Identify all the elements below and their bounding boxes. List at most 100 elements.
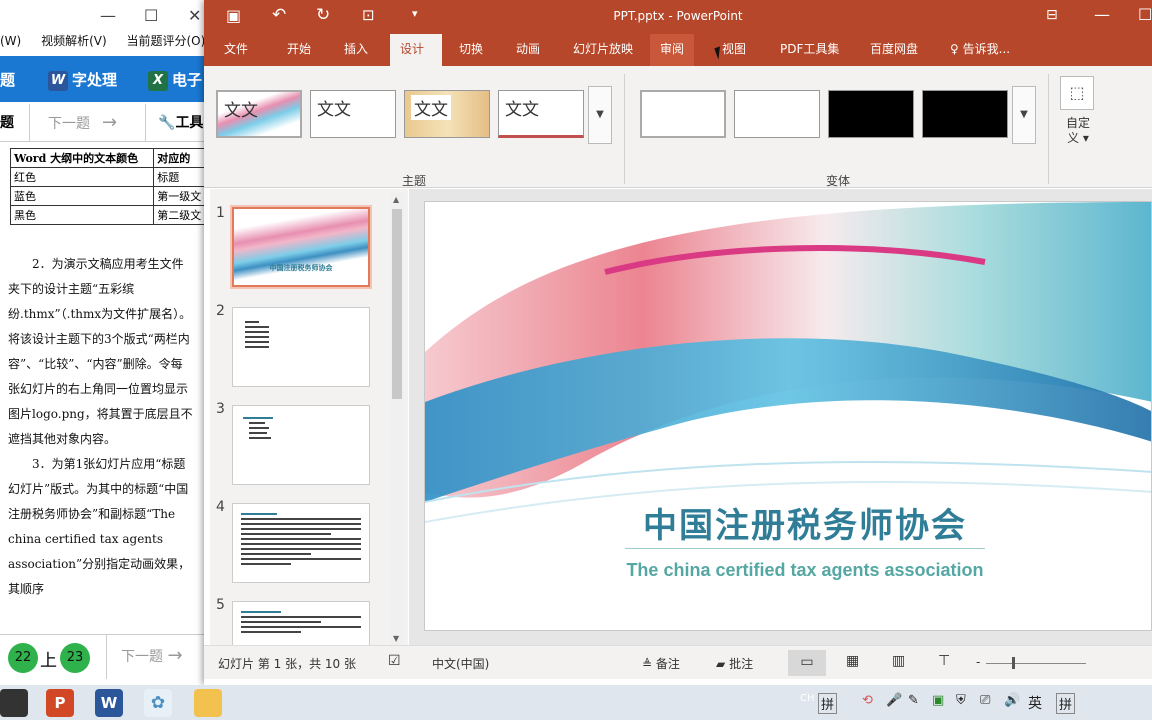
tab-file[interactable]: 文件 [214,34,258,66]
tab-pdf-tools[interactable]: PDF工具集 [770,34,849,66]
scroll-down-icon[interactable]: ▼ [393,634,399,643]
toolbar-item-topic[interactable]: 题 [0,69,15,90]
app-icon-dark[interactable] [0,689,28,717]
thumbnail-scrollbar[interactable]: ▲ ▼ [390,193,404,645]
volume-icon[interactable]: 🔊 [1004,693,1020,708]
toolbar-item-word[interactable]: W 字处理 [48,69,117,91]
theme-thumbnail-office[interactable]: 文文 [310,90,396,138]
thumbnail-content-lines [241,608,361,636]
normal-view-icon[interactable]: ▭ [788,650,826,676]
group-divider [624,74,625,184]
table-header: Word 大纲中的文本颜色 [9,148,155,168]
variant-thumbnail-1[interactable] [640,90,726,138]
group-divider [1048,74,1049,184]
theme-swatches [319,127,373,132]
powerpoint-taskbar-icon[interactable]: P [46,689,74,717]
browser-taskbar-icon[interactable]: ✿ [144,689,172,717]
tell-me-search[interactable]: ♀ 告诉我... [940,34,1020,66]
theme-swatches [413,127,467,132]
page-badge[interactable]: 22 [8,643,38,673]
table-row: 红色 标题 [9,167,210,187]
language-indicator[interactable]: 中文(中国) [432,655,489,672]
tab-transitions[interactable]: 切换 [449,34,493,66]
zoom-out-button[interactable]: - [976,655,980,669]
ribbon-display-icon[interactable]: ⊟ [1046,7,1058,23]
network-app-icon[interactable]: ⟲ [862,693,873,708]
slide-number: 3 [216,401,225,417]
microphone-icon[interactable]: 🎤 [886,693,902,708]
ime-indicator[interactable]: 拼 [1056,693,1076,714]
input-language[interactable]: 英 [1028,693,1042,713]
scrollbar-thumb[interactable] [392,209,402,399]
variant-thumbnail-2[interactable] [734,90,820,138]
zoom-slider[interactable] [986,663,1086,664]
slide-size-icon[interactable]: ⬚ [1060,76,1094,110]
theme-group-label: 主题 [402,174,427,188]
tab-home[interactable]: 开始 [277,34,321,66]
question-paragraph: 2．为演示文稿应用考生文件夹下的设计主题“五彩缤纷.thmx”（.thmx为文件… [8,257,193,446]
minimize-icon[interactable]: — [1094,5,1110,24]
question-text: 2．为演示文稿应用考生文件夹下的设计主题“五彩缤纷.thmx”（.thmx为文件… [8,252,194,602]
display-icon[interactable]: ⎚ [980,693,990,708]
variant-more-button[interactable]: ▼ [1012,86,1036,144]
slide-thumbnail-4[interactable] [232,503,370,583]
menu-item-score[interactable]: 当前题评分(O) [126,34,205,48]
ime-indicator[interactable]: 拼 [818,693,838,714]
tab-baidu-netdisk[interactable]: 百度网盘 [860,34,928,66]
thumbnail-content-lines [243,414,273,442]
nvidia-icon[interactable]: ▣ [932,693,944,708]
variant-swatches [837,127,891,132]
next-topic-button-bottom[interactable]: 下一题 → [106,635,210,679]
slide-canvas[interactable]: 中国注册税务师协会 The china certified tax agents… [424,201,1152,631]
word-taskbar-icon[interactable]: W [95,689,123,717]
ribbon-tabs: 文件 开始 插入 设计 切换 动画 幻灯片放映 审阅 视图 PDF工具集 百度网… [204,34,1152,66]
exam-bottom-bar: 22 上 23 下一题 → [0,634,210,679]
notes-button[interactable]: ≜ 备注 [642,655,680,672]
maximize-icon[interactable]: ☐ [1138,5,1152,24]
comment-icon: ▰ [716,657,726,671]
theme-thumbnail-current[interactable]: 文文 [216,90,302,138]
folder-taskbar-icon[interactable] [194,689,222,717]
scroll-up-icon[interactable]: ▲ [393,195,399,204]
menu-item-video[interactable]: 视频解析(V) [41,34,107,48]
tab-design[interactable]: 设计 [390,34,442,66]
prev-label[interactable]: 上 [40,646,57,671]
notes-icon: ≜ [642,657,653,671]
slide-subtitle[interactable]: The china certified tax agents associati… [425,560,1151,581]
theme-thumbnail-retrospect[interactable]: 文文 [498,90,584,138]
theme-label: 文文 [505,100,539,120]
tab-slideshow[interactable]: 幻灯片放映 [563,34,643,66]
tab-review[interactable]: 审阅 [650,34,695,66]
slide-thumbnail-1[interactable]: 中国注册税务师协会 [232,207,370,287]
tab-insert[interactable]: 插入 [334,34,378,66]
customize-button[interactable]: 自定义 ▾ [1062,116,1094,146]
slide-title[interactable]: 中国注册税务师协会 [425,498,1151,547]
tab-animations[interactable]: 动画 [506,34,550,66]
minimize-icon[interactable]: — [100,6,116,25]
zoom-slider-thumb[interactable] [1012,657,1015,669]
slide-sorter-icon[interactable]: ▦ [846,653,859,669]
tools-button[interactable]: 🔧工具 [146,104,210,141]
slide-thumbnail-5[interactable] [232,601,370,645]
slide-thumbnail-2[interactable] [232,307,370,387]
thumbnail-title: 中国注册税务师协会 [269,264,333,272]
next-topic-button[interactable]: 下一题 → [30,104,146,141]
spellcheck-icon[interactable]: ☑ [388,653,401,669]
page-badge[interactable]: 23 [60,643,90,673]
comments-button[interactable]: ▰ 批注 [716,655,753,672]
theme-swatches [226,126,280,131]
menu-item-w[interactable]: (W) [0,34,21,48]
theme-more-button[interactable]: ▼ [588,86,612,144]
maximize-icon[interactable]: ☐ [144,6,158,25]
toolbar-item-excel[interactable]: X 电子 [148,69,202,91]
slide-thumbnail-3[interactable] [232,405,370,485]
pen-icon[interactable]: ✎ [908,693,919,708]
variant-thumbnail-3[interactable] [828,90,914,138]
security-icon[interactable]: ⛨ [956,693,966,708]
theme-thumbnail-paper[interactable]: 文文 [404,90,490,138]
slideshow-view-icon[interactable]: ⊤ [938,653,950,669]
variant-thumbnail-4[interactable] [922,90,1008,138]
close-icon[interactable]: ✕ [188,6,201,25]
slide-number: 5 [216,597,225,613]
reading-view-icon[interactable]: ▥ [892,653,905,669]
